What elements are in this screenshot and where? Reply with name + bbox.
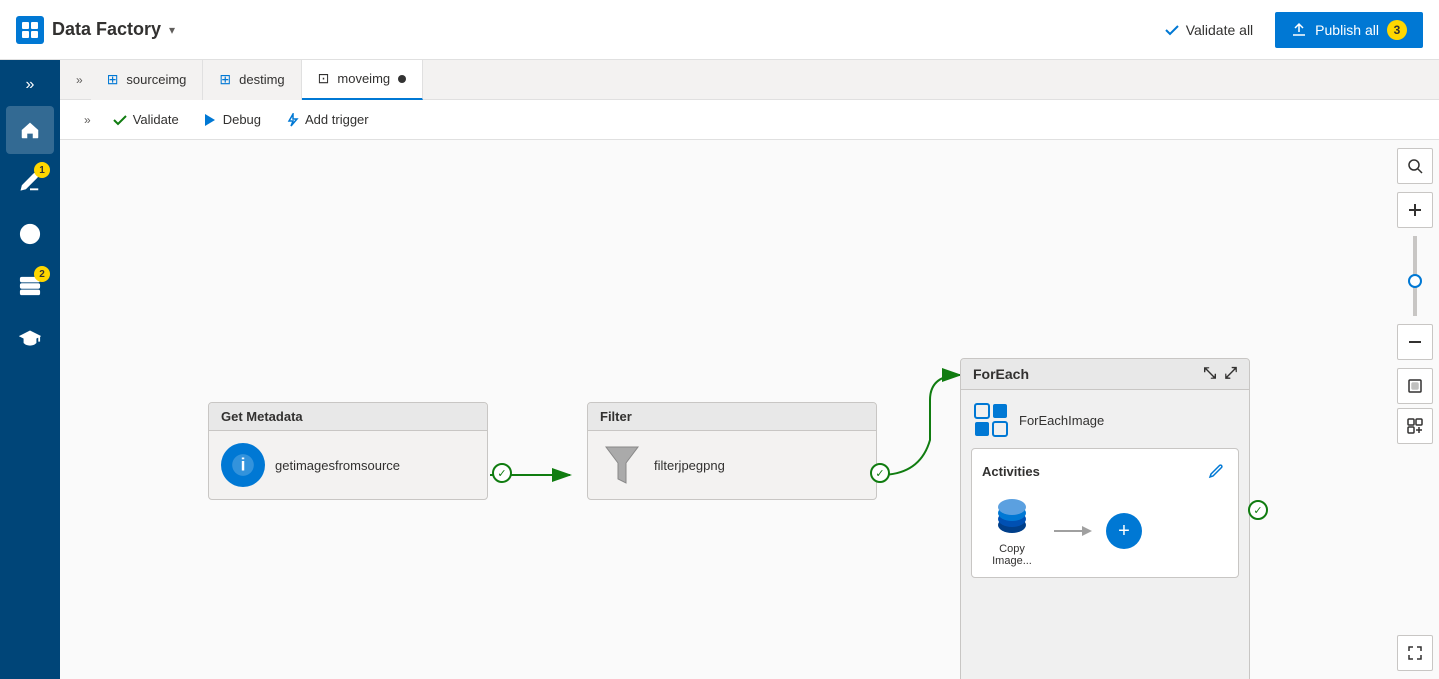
top-bar-left: Data Factory ▾ (16, 16, 1138, 44)
get-metadata-body: i getimagesfromsource (209, 431, 487, 499)
sidebar-toggle[interactable]: » (0, 68, 60, 102)
activities-box: Activities (971, 448, 1239, 578)
get-metadata-node[interactable]: Get Metadata i getimagesfromsource (208, 402, 488, 500)
debug-label: Debug (223, 112, 261, 127)
filter-label: filterjpegpng (654, 458, 725, 473)
copy-image-label: Copy Image... (982, 543, 1042, 567)
get-metadata-title: Get Metadata (221, 409, 303, 424)
debug-button[interactable]: Debug (193, 106, 271, 133)
activity-connector (1054, 521, 1094, 541)
foreach-activity-name: ForEachImage (1019, 413, 1104, 428)
right-controls (1391, 140, 1439, 679)
zoom-out-button[interactable] (1397, 324, 1433, 360)
foreach-activity-icon (971, 400, 1011, 440)
fullscreen-button[interactable] (1397, 635, 1433, 671)
zoom-slider-track[interactable] (1413, 236, 1417, 316)
tab-destimg[interactable]: ⊞ destimg (203, 60, 301, 100)
sourceimg-icon: ⊞ (107, 71, 119, 88)
foreach-body: ForEachImage Activities (961, 390, 1249, 588)
add-activity-icon: + (1118, 520, 1130, 543)
activities-content: Copy Image... + (982, 495, 1228, 567)
filter-title: Filter (600, 409, 632, 424)
foreach-title: ForEach (973, 366, 1029, 382)
tab-moveimg-label: moveimg (337, 71, 390, 86)
manage-badge: 2 (34, 266, 50, 282)
tab-destimg-label: destimg (239, 72, 285, 87)
foreach-activity-row: ForEachImage (971, 400, 1239, 440)
tab-sourceimg-label: sourceimg (126, 72, 186, 87)
toolbar: » Validate Debug Add trigger (60, 100, 1439, 140)
validate-all-label: Validate all (1186, 22, 1253, 38)
sidebar-item-monitor[interactable] (6, 210, 54, 258)
publish-all-label: Publish all (1315, 22, 1379, 38)
filter-body: filterjpegpng (588, 431, 876, 499)
sidebar: » 1 2 (0, 60, 60, 679)
zoom-slider-handle[interactable] (1408, 274, 1422, 288)
toolbar-expand[interactable]: » (76, 109, 99, 131)
zoom-slider-container (1397, 192, 1433, 360)
tab-dirty-indicator (398, 75, 406, 83)
pipeline-canvas: Get Metadata i getimagesfromsource ✓ (60, 140, 1439, 679)
sidebar-item-learn[interactable] (6, 314, 54, 362)
expand-icon[interactable]: ⤢ (1224, 365, 1237, 383)
top-bar-actions: Validate all Publish all 3 (1154, 12, 1423, 48)
add-trigger-label: Add trigger (305, 112, 369, 127)
foreach-header: ForEach ⤡ ⤢ (961, 359, 1249, 390)
copy-image-icon (990, 495, 1034, 539)
add-trigger-button[interactable]: Add trigger (275, 106, 379, 133)
edit-icon[interactable] (1204, 459, 1228, 483)
publish-all-button[interactable]: Publish all 3 (1275, 12, 1423, 48)
app-icon (16, 16, 44, 44)
foreach-container: ForEach ⤡ ⤢ (960, 358, 1250, 679)
zoom-in-button[interactable] (1397, 192, 1433, 228)
foreach-success: ✓ (1248, 500, 1268, 520)
auto-layout-button[interactable] (1397, 408, 1433, 444)
svg-text:i: i (241, 454, 246, 474)
dropdown-chevron[interactable]: ▾ (169, 23, 175, 37)
publish-badge: 3 (1387, 20, 1407, 40)
app-title: Data Factory (52, 19, 161, 40)
foreach-header-right: ⤡ ⤢ (1203, 365, 1237, 383)
filter-node[interactable]: Filter filterjpegpng (587, 402, 877, 500)
filter-header: Filter (588, 403, 876, 431)
copy-image-activity[interactable]: Copy Image... (982, 495, 1042, 567)
content-area: » ⊞ sourceimg ⊞ destimg ⊡ moveimg » (60, 60, 1439, 679)
top-bar: Data Factory ▾ Validate all Publish all … (0, 0, 1439, 60)
tabs-bar: » ⊞ sourceimg ⊞ destimg ⊡ moveimg (60, 60, 1439, 100)
main-layout: » 1 2 (0, 60, 1439, 679)
validate-all-button[interactable]: Validate all (1154, 16, 1263, 44)
sidebar-item-author[interactable]: 1 (6, 158, 54, 206)
activities-label: Activities (982, 464, 1040, 479)
validate-label: Validate (133, 112, 179, 127)
get-metadata-label: getimagesfromsource (275, 458, 400, 473)
get-metadata-success: ✓ (492, 463, 512, 483)
destimg-icon: ⊞ (219, 71, 231, 88)
activities-header: Activities (982, 459, 1228, 483)
validate-button[interactable]: Validate (103, 106, 189, 133)
sidebar-item-manage[interactable]: 2 (6, 262, 54, 310)
tab-moveimg[interactable]: ⊡ moveimg (302, 60, 423, 100)
tab-sourceimg[interactable]: ⊞ sourceimg (91, 60, 204, 100)
add-activity-button[interactable]: + (1106, 513, 1142, 549)
get-metadata-header: Get Metadata (209, 403, 487, 431)
filter-success: ✓ (870, 463, 890, 483)
get-metadata-icon: i (221, 443, 265, 487)
search-button[interactable] (1397, 148, 1433, 184)
tabs-expand[interactable]: » (68, 69, 91, 91)
fit-screen-button[interactable] (1397, 368, 1433, 404)
moveimg-icon: ⊡ (318, 70, 330, 87)
filter-icon (600, 443, 644, 487)
sidebar-item-home[interactable] (6, 106, 54, 154)
minimize-icon[interactable]: ⤡ (1203, 365, 1216, 383)
author-badge: 1 (34, 162, 50, 178)
